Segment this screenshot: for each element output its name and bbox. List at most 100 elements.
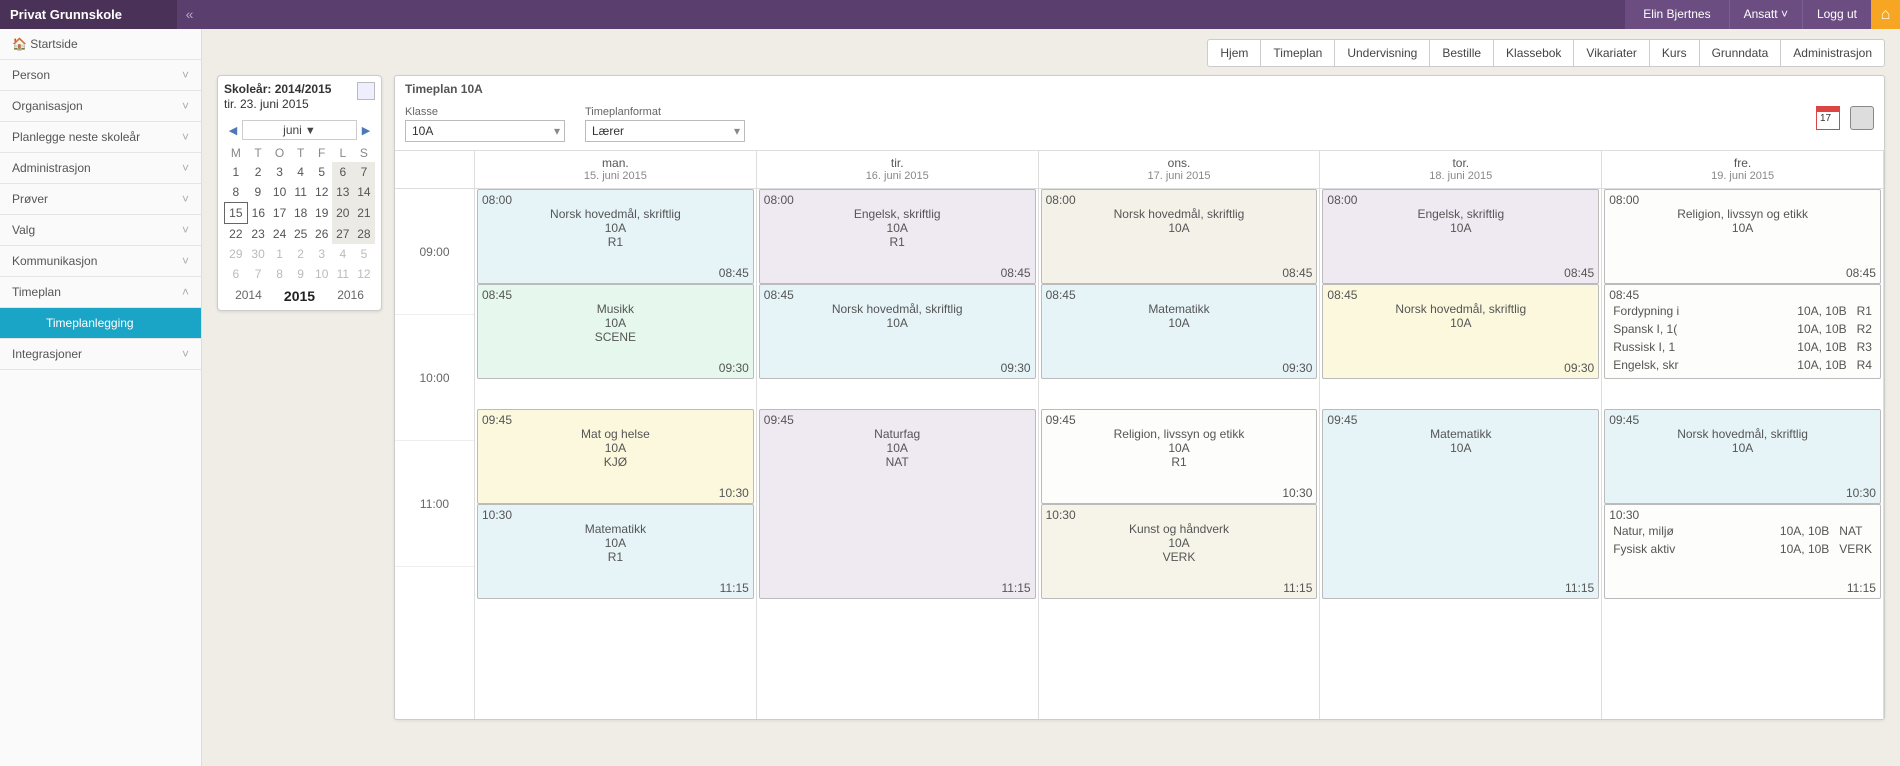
lesson-block[interactable]: 08:00Engelsk, skriftlig10AR108:45 xyxy=(759,189,1036,284)
topnav-link[interactable]: Administrasjon xyxy=(1780,39,1885,67)
lesson-block[interactable]: 09:45Naturfag10ANAT11:15 xyxy=(759,409,1036,599)
nav-item[interactable]: Prøver˅ xyxy=(0,184,201,215)
user-name[interactable]: Elin Bjertnes xyxy=(1625,0,1728,29)
calendar-day[interactable]: 3 xyxy=(269,162,290,182)
calendar-day[interactable]: 20 xyxy=(332,203,353,224)
lesson-block[interactable]: 09:45Matematikk10A11:15 xyxy=(1322,409,1599,599)
calendar-day[interactable]: 19 xyxy=(311,203,332,224)
lesson-block[interactable]: 08:00Norsk hovedmål, skriftlig10AR108:45 xyxy=(477,189,754,284)
nav-home[interactable]: 🏠 Startside xyxy=(0,29,201,60)
print-icon[interactable] xyxy=(1850,106,1874,130)
calendar-day[interactable]: 11 xyxy=(332,264,353,284)
nav-item-label: Organisasjon xyxy=(12,99,83,113)
topnav-link[interactable]: Bestille xyxy=(1429,39,1494,67)
calendar-day[interactable]: 28 xyxy=(353,224,374,245)
calendar-day[interactable]: 9 xyxy=(247,182,269,203)
sidebar: 🏠 Startside Person˅Organisasjon˅Planlegg… xyxy=(0,29,202,766)
lesson-block[interactable]: 09:45Norsk hovedmål, skriftlig10A10:30 xyxy=(1604,409,1881,504)
nav-integrasjoner[interactable]: Integrasjoner ˅ xyxy=(0,339,201,370)
calendar-day[interactable]: 12 xyxy=(311,182,332,203)
topnav-link[interactable]: Grunndata xyxy=(1699,39,1782,67)
calendar-day[interactable]: 13 xyxy=(332,182,353,203)
calendar-day[interactable]: 29 xyxy=(225,244,248,264)
lesson-block[interactable]: 10:30Matematikk10AR111:15 xyxy=(477,504,754,599)
prev-month-button[interactable]: ◀ xyxy=(224,124,242,137)
calendar-day[interactable]: 7 xyxy=(247,264,269,284)
calendar-day[interactable]: 4 xyxy=(332,244,353,264)
date-picker-icon[interactable] xyxy=(1816,106,1840,130)
hour-label: 11:00 xyxy=(395,441,474,567)
lesson-block[interactable]: 08:00Norsk hovedmål, skriftlig10A08:45 xyxy=(1041,189,1318,284)
nav-item[interactable]: Person˅ xyxy=(0,60,201,91)
topnav-link[interactable]: Kurs xyxy=(1649,39,1700,67)
calendar-day[interactable]: 11 xyxy=(290,182,311,203)
calendar-day[interactable]: 6 xyxy=(332,162,353,182)
calendar-day[interactable]: 22 xyxy=(225,224,248,245)
calendar-icon[interactable] xyxy=(357,82,375,100)
filter-klasse-select[interactable]: 10A▾ xyxy=(405,120,565,142)
year-prev[interactable]: 2014 xyxy=(235,288,262,304)
nav-item[interactable]: Planlegge neste skoleår˅ xyxy=(0,122,201,153)
calendar-day[interactable]: 14 xyxy=(353,182,374,203)
year-next[interactable]: 2016 xyxy=(337,288,364,304)
lesson-block[interactable]: 09:45Religion, livssyn og etikk10AR110:3… xyxy=(1041,409,1318,504)
sidebar-collapse-icon[interactable]: « xyxy=(177,0,202,29)
day-column: tir.16. juni 201508:00Engelsk, skriftlig… xyxy=(757,151,1039,719)
calendar-day[interactable]: 25 xyxy=(290,224,311,245)
calendar-day[interactable]: 17 xyxy=(269,203,290,224)
calendar-day[interactable]: 21 xyxy=(353,203,374,224)
nav-item[interactable]: Kommunikasjon˅ xyxy=(0,246,201,277)
calendar-day[interactable]: 1 xyxy=(225,162,248,182)
topnav-link[interactable]: Undervisning xyxy=(1334,39,1430,67)
filter-format-select[interactable]: Lærer▾ xyxy=(585,120,745,142)
calendar-day[interactable]: 12 xyxy=(353,264,374,284)
lesson-block-multi[interactable]: 08:45Fordypning i10A, 10BR1Spansk I, 1(1… xyxy=(1604,284,1881,379)
calendar-day[interactable]: 18 xyxy=(290,203,311,224)
topnav-link[interactable]: Vikariater xyxy=(1573,39,1649,67)
calendar-day[interactable]: 16 xyxy=(247,203,269,224)
calendar-day[interactable]: 2 xyxy=(247,162,269,182)
month-selector[interactable]: juni ▼ xyxy=(242,120,357,140)
calendar-day[interactable]: 8 xyxy=(269,264,290,284)
calendar-day[interactable]: 27 xyxy=(332,224,353,245)
calendar-day[interactable]: 30 xyxy=(247,244,269,264)
nav-item[interactable]: Valg˅ xyxy=(0,215,201,246)
lesson-block-multi[interactable]: 10:30Natur, miljø10A, 10BNATFysisk aktiv… xyxy=(1604,504,1881,599)
lesson-block[interactable]: 08:45Matematikk10A09:30 xyxy=(1041,284,1318,379)
nav-timeplan[interactable]: Timeplan ˄ xyxy=(0,277,201,308)
nav-item[interactable]: Administrasjon˅ xyxy=(0,153,201,184)
logout-button[interactable]: Logg ut xyxy=(1802,0,1871,29)
year-current[interactable]: 2015 xyxy=(284,288,315,304)
calendar-day[interactable]: 9 xyxy=(290,264,311,284)
calendar-day[interactable]: 15 xyxy=(225,203,248,224)
calendar-day[interactable]: 10 xyxy=(269,182,290,203)
next-month-button[interactable]: ▶ xyxy=(357,124,375,137)
calendar-day[interactable]: 26 xyxy=(311,224,332,245)
calendar-day[interactable]: 6 xyxy=(225,264,248,284)
calendar-day[interactable]: 5 xyxy=(311,162,332,182)
calendar-day[interactable]: 2 xyxy=(290,244,311,264)
calendar-day[interactable]: 23 xyxy=(247,224,269,245)
topnav-link[interactable]: Hjem xyxy=(1207,39,1261,67)
calendar-day[interactable]: 3 xyxy=(311,244,332,264)
lesson-block[interactable]: 10:30Kunst og håndverk10AVERK11:15 xyxy=(1041,504,1318,599)
nav-item[interactable]: Organisasjon˅ xyxy=(0,91,201,122)
calendar-day[interactable]: 5 xyxy=(353,244,374,264)
calendar-day[interactable]: 7 xyxy=(353,162,374,182)
lesson-block[interactable]: 08:45Norsk hovedmål, skriftlig10A09:30 xyxy=(1322,284,1599,379)
lesson-block[interactable]: 08:45Musikk10ASCENE09:30 xyxy=(477,284,754,379)
calendar-day[interactable]: 10 xyxy=(311,264,332,284)
lesson-block[interactable]: 08:00Engelsk, skriftlig10A08:45 xyxy=(1322,189,1599,284)
nav-home-label: Startside xyxy=(30,37,77,51)
role-selector[interactable]: Ansatt xyxy=(1729,0,1802,29)
calendar-day[interactable]: 4 xyxy=(290,162,311,182)
topnav-link[interactable]: Timeplan xyxy=(1260,39,1335,67)
calendar-day[interactable]: 1 xyxy=(269,244,290,264)
lesson-block[interactable]: 08:00Religion, livssyn og etikk10A08:45 xyxy=(1604,189,1881,284)
nav-timeplanlegging[interactable]: Timeplanlegging xyxy=(0,308,201,339)
topnav-link[interactable]: Klassebok xyxy=(1493,39,1574,67)
lesson-block[interactable]: 09:45Mat og helse10AKJØ10:30 xyxy=(477,409,754,504)
calendar-day[interactable]: 8 xyxy=(225,182,248,203)
lesson-block[interactable]: 08:45Norsk hovedmål, skriftlig10A09:30 xyxy=(759,284,1036,379)
calendar-day[interactable]: 24 xyxy=(269,224,290,245)
